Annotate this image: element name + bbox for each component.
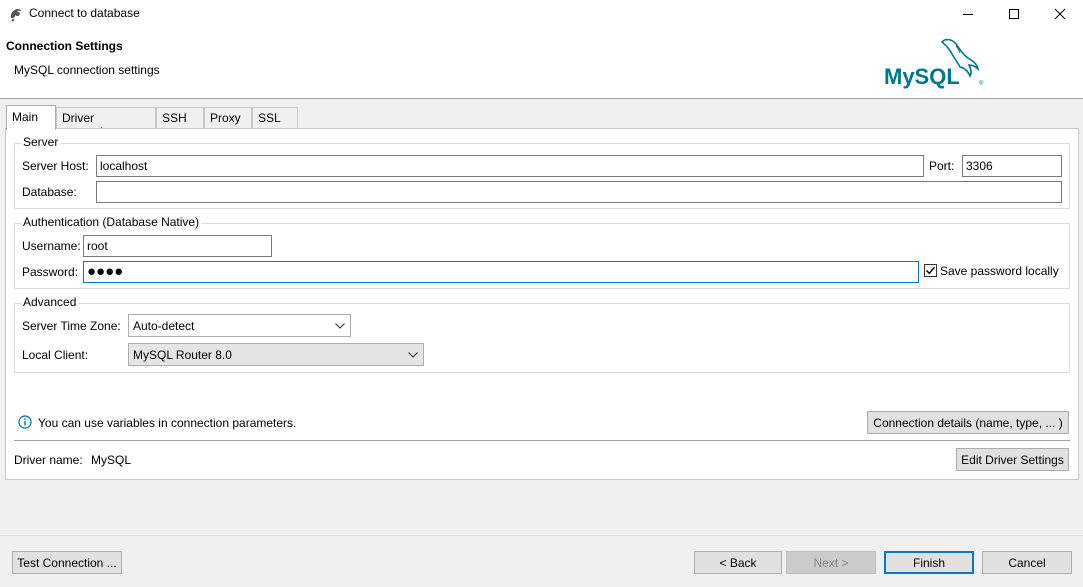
- test-connection-button[interactable]: Test Connection ...: [12, 551, 122, 574]
- server-timezone-select[interactable]: Auto-detect: [128, 314, 351, 337]
- tab-main[interactable]: Main: [6, 105, 56, 130]
- mysql-logo-text: MySQL: [884, 64, 960, 89]
- info-icon: [18, 415, 32, 429]
- mysql-logo: MySQL ®: [882, 36, 986, 92]
- connection-details-button[interactable]: Connection details (name, type, ... ): [867, 411, 1069, 434]
- minimize-button[interactable]: [945, 0, 991, 28]
- server-host-input[interactable]: localhost: [96, 155, 924, 177]
- tab-driver-properties[interactable]: Driver properties: [56, 107, 156, 139]
- maximize-icon: [1009, 9, 1019, 19]
- edit-driver-settings-button[interactable]: Edit Driver Settings: [956, 448, 1069, 471]
- local-client-value: MySQL Router 8.0: [133, 347, 232, 362]
- save-password-label[interactable]: Save password locally: [940, 264, 1059, 278]
- tab-proxy[interactable]: Proxy: [204, 107, 252, 129]
- app-icon: [8, 6, 24, 22]
- divider: [14, 440, 1070, 441]
- server-timezone-label: Server Time Zone:: [22, 319, 121, 333]
- tab-ssl[interactable]: SSL: [252, 107, 298, 129]
- maximize-button[interactable]: [991, 0, 1037, 28]
- driver-name-value: MySQL: [91, 453, 132, 467]
- window-title: Connect to database: [29, 6, 140, 20]
- username-label: Username:: [22, 239, 81, 253]
- save-password-checkbox[interactable]: [924, 264, 937, 277]
- chevron-down-icon: [334, 320, 346, 332]
- checkmark-icon: [926, 266, 936, 275]
- driver-name-label: Driver name:: [14, 453, 83, 467]
- close-icon: [1054, 8, 1066, 20]
- chevron-down-icon: [407, 349, 419, 361]
- page-subtitle: MySQL connection settings: [14, 63, 160, 77]
- next-button[interactable]: Next >: [786, 551, 876, 574]
- username-input[interactable]: root: [83, 235, 272, 257]
- variables-info-text: You can use variables in connection para…: [38, 416, 297, 430]
- back-button[interactable]: < Back: [694, 551, 782, 574]
- database-input[interactable]: [96, 181, 1062, 203]
- local-client-label: Local Client:: [22, 348, 89, 362]
- finish-button[interactable]: Finish: [884, 551, 974, 574]
- local-client-select[interactable]: MySQL Router 8.0: [128, 343, 424, 366]
- password-label: Password:: [22, 265, 79, 279]
- advanced-group-legend: Advanced: [21, 295, 79, 309]
- port-input[interactable]: 3306: [962, 155, 1062, 177]
- password-input[interactable]: ●●●●: [83, 261, 919, 283]
- port-label: Port:: [929, 159, 955, 173]
- page-title: Connection Settings: [6, 39, 123, 53]
- server-timezone-value: Auto-detect: [133, 318, 195, 333]
- cancel-button[interactable]: Cancel: [982, 551, 1072, 574]
- close-window-button[interactable]: [1037, 0, 1083, 28]
- authentication-group-legend: Authentication (Database Native): [21, 215, 202, 229]
- title-bar: [0, 0, 1083, 28]
- tab-ssh[interactable]: SSH: [156, 107, 204, 129]
- server-group-legend: Server: [21, 135, 61, 149]
- svg-text:®: ®: [979, 80, 984, 87]
- minimize-icon: [963, 14, 973, 15]
- footer-divider: [0, 535, 1083, 536]
- server-host-label: Server Host:: [22, 159, 89, 173]
- database-label: Database:: [22, 185, 77, 199]
